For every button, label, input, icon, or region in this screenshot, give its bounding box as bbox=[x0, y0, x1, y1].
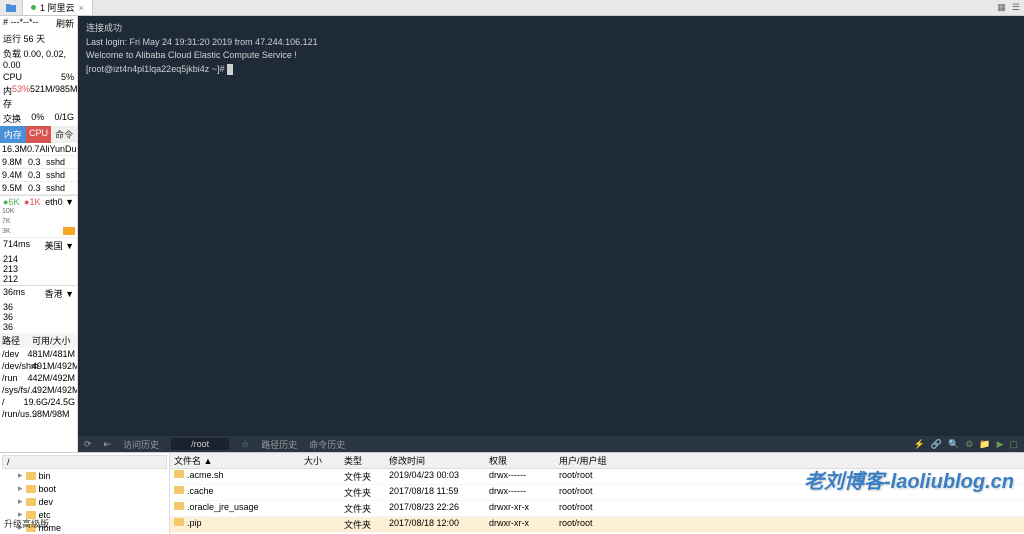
cpu-label: CPU bbox=[3, 72, 22, 82]
disk-row: /dev481M/481M bbox=[0, 348, 77, 360]
mem-pct: 53% bbox=[12, 84, 30, 110]
term-line: 连接成功 bbox=[86, 22, 1016, 36]
term-line: Welcome to Alibaba Cloud Elastic Compute… bbox=[86, 49, 1016, 63]
process-row[interactable]: 9.8M0.3sshd bbox=[0, 156, 77, 169]
term-prompt: [root@izt4n4pl1lqa22eq5jkbi4z ~]# bbox=[86, 63, 1016, 77]
sidebar: # ---*--*-- 刷新 运行 56 天 负载 0.00, 0.02, 0.… bbox=[0, 16, 78, 452]
col-type[interactable]: 类型 bbox=[340, 453, 385, 468]
toolbar-right: ▦ ☰ bbox=[997, 2, 1020, 13]
ping2-label: 36ms bbox=[3, 287, 25, 300]
top-bar: 1 阿里云 × ▦ ☰ bbox=[0, 0, 1024, 16]
folder-icon[interactable] bbox=[4, 2, 18, 14]
disk-row: /run442M/492M bbox=[0, 372, 77, 384]
tree-item[interactable]: ▸dev bbox=[2, 495, 167, 508]
net-up: ●6K bbox=[3, 197, 19, 207]
col-name[interactable]: 文件名 ▲ bbox=[170, 453, 300, 468]
close-icon[interactable]: × bbox=[79, 3, 84, 13]
watermark: 老刘博客-laoliublog.cn bbox=[804, 465, 1014, 494]
ping-vals: 214 213 212 bbox=[0, 253, 77, 285]
swap-label: 交换 bbox=[3, 112, 21, 125]
list-icon[interactable]: ☰ bbox=[1012, 2, 1020, 13]
path-input[interactable]: /root bbox=[171, 438, 229, 450]
process-tabs: 内存 CPU 命令 bbox=[0, 126, 77, 143]
host-label: # ---*--*-- bbox=[3, 17, 39, 30]
disk-row: /dev/shm491M/492M bbox=[0, 360, 77, 372]
swap-pct: 0% bbox=[31, 112, 44, 125]
col-owner[interactable]: 用户/用户组 bbox=[555, 453, 625, 468]
net-interface[interactable]: eth0 ▼ bbox=[45, 197, 74, 207]
play-icon[interactable]: ▶ bbox=[997, 439, 1004, 450]
history-label[interactable]: 访问历史 bbox=[123, 438, 159, 451]
back-icon[interactable]: ⇤ bbox=[104, 439, 112, 450]
square-icon[interactable]: ▢ bbox=[1009, 439, 1018, 450]
cursor-icon bbox=[227, 64, 233, 75]
status-bar: ⟳ ⇤ 访问历史 /root ☆ 路径历史 命令历史 ⚡ 🔗 🔍 ⚙ 📁 ▶ ▢ bbox=[78, 436, 1024, 452]
cmd-history[interactable]: 命令历史 bbox=[309, 438, 345, 451]
refresh-icon[interactable]: ⟳ bbox=[84, 439, 92, 450]
tab-cpu[interactable]: CPU bbox=[26, 126, 52, 143]
tree-item[interactable]: ▸boot bbox=[2, 482, 167, 495]
mem-label: 内存 bbox=[3, 84, 12, 110]
process-list: 16.3M0.7AliYunDu9.8M0.3sshd9.4M0.3sshd9.… bbox=[0, 143, 77, 195]
tree-item[interactable]: ▸bin bbox=[2, 469, 167, 482]
disk-row: /sys/fs/...492M/492M bbox=[0, 384, 77, 396]
grid-icon[interactable]: ▦ bbox=[997, 2, 1006, 13]
swap-value: 0/1G bbox=[54, 112, 74, 125]
disk-list: /dev481M/481M/dev/shm491M/492M/run442M/4… bbox=[0, 348, 77, 420]
col-size[interactable]: 大小 bbox=[300, 453, 340, 468]
net-down: ●1K bbox=[24, 197, 40, 207]
status-dot-icon bbox=[31, 5, 36, 10]
session-tab[interactable]: 1 阿里云 × bbox=[22, 0, 93, 16]
route-history[interactable]: 路径历史 bbox=[261, 438, 297, 451]
mem-value: 521M/985M bbox=[30, 84, 78, 110]
terminal[interactable]: 连接成功 Last login: Fri May 24 19:31:20 201… bbox=[78, 16, 1024, 436]
term-line: Last login: Fri May 24 19:31:20 2019 fro… bbox=[86, 36, 1016, 50]
ping2-vals: 36 36 36 bbox=[0, 301, 77, 333]
col-date[interactable]: 修改时间 bbox=[385, 453, 485, 468]
disk-header: 路径可用/大小 bbox=[0, 333, 77, 348]
col-perm[interactable]: 权限 bbox=[485, 453, 555, 468]
disk-row: /run/us...98M/98M bbox=[0, 408, 77, 420]
ping-location[interactable]: 美国 ▼ bbox=[45, 239, 74, 252]
bolt-icon[interactable]: ⚡ bbox=[914, 439, 925, 450]
net-chart: 10K 7K 3K bbox=[0, 208, 77, 238]
terminal-panel: 连接成功 Last login: Fri May 24 19:31:20 201… bbox=[78, 16, 1024, 452]
ping2-location[interactable]: 香港 ▼ bbox=[45, 287, 74, 300]
tree-root[interactable]: / bbox=[2, 455, 167, 469]
search-icon[interactable]: 🔍 bbox=[948, 439, 959, 450]
process-row[interactable]: 16.3M0.7AliYunDu bbox=[0, 143, 77, 156]
uptime-label: 运行 56 天 bbox=[3, 32, 45, 45]
link-icon[interactable]: 🔗 bbox=[931, 439, 942, 450]
file-row[interactable]: .pip文件夹2017/08/18 12:00drwxr-xr-xroot/ro… bbox=[170, 517, 1024, 533]
tab-mem[interactable]: 内存 bbox=[0, 126, 26, 143]
process-row[interactable]: 9.4M0.3sshd bbox=[0, 169, 77, 182]
load-label: 负载 0.00, 0.02, 0.00 bbox=[3, 47, 74, 70]
tab-cmd[interactable]: 命令 bbox=[51, 126, 77, 143]
process-row[interactable]: 9.5M0.3sshd bbox=[0, 182, 77, 195]
file-row[interactable]: .oracle_jre_usage文件夹2017/08/23 22:26drwx… bbox=[170, 501, 1024, 517]
gear-icon[interactable]: ⚙ bbox=[965, 439, 973, 450]
sidebar-header: # ---*--*-- 刷新 bbox=[0, 16, 77, 31]
status-tools: ⚡ 🔗 🔍 ⚙ 📁 ▶ ▢ bbox=[914, 439, 1018, 450]
tab-label: 1 阿里云 bbox=[40, 1, 75, 14]
cpu-value: 5% bbox=[61, 72, 74, 82]
folder-icon[interactable]: 📁 bbox=[979, 439, 990, 450]
disk-row: /19.6G/24.5G bbox=[0, 396, 77, 408]
bookmark-icon[interactable]: ☆ bbox=[241, 439, 249, 450]
spark-icon bbox=[63, 215, 75, 235]
ping-label: 714ms bbox=[3, 239, 30, 252]
refresh-button[interactable]: 刷新 bbox=[56, 17, 74, 30]
upgrade-link[interactable]: 升级高级版 bbox=[4, 517, 49, 530]
